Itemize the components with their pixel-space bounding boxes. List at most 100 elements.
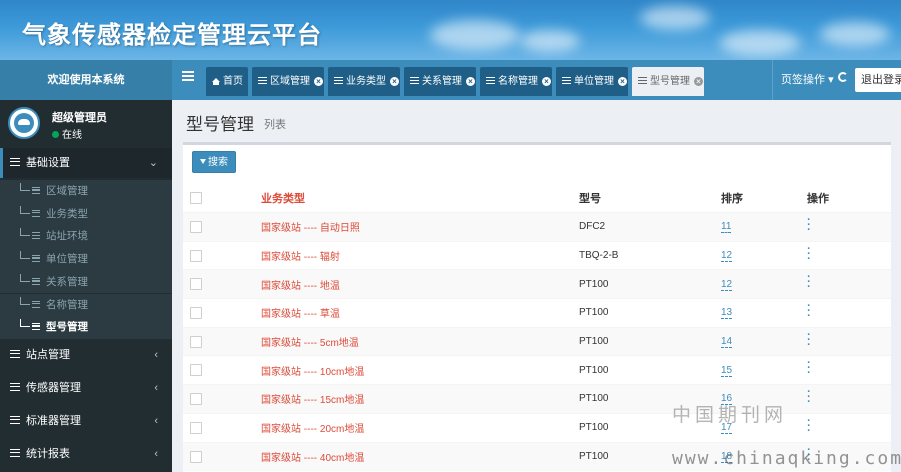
chevron-down-icon: ⌄ (148, 157, 158, 169)
sidebar-item-business-type[interactable]: 业务类型 (0, 202, 172, 226)
sort-value-link[interactable]: 15 (721, 364, 733, 377)
sidebar-item-relation[interactable]: 关系管理 (0, 270, 172, 294)
list-icon (258, 77, 267, 84)
close-icon[interactable]: × (466, 77, 475, 86)
row-checkbox[interactable] (190, 306, 202, 319)
sidebar-item-region[interactable]: 区域管理 (0, 180, 172, 203)
more-actions-icon[interactable]: · · · (807, 300, 811, 321)
app-header: 气象传感器检定管理云平台 (0, 0, 901, 60)
sidebar: 超级管理员 在线 基础设置 ⌄ 区域管理 业务类型 站址环境 单位管理 关系管理 … (0, 100, 172, 472)
welcome-text: 欢迎使用本系统 (0, 60, 172, 100)
list-icon (562, 77, 571, 84)
avatar (8, 107, 40, 139)
table-row: 国家级站 ---- 10cm地温 PT100 15 · · · (183, 355, 891, 385)
row-checkbox[interactable] (190, 220, 202, 233)
close-icon[interactable]: × (542, 77, 551, 86)
table-row: 国家级站 ---- 草温 PT100 13 · · · (183, 298, 891, 328)
sidebar-group-standard[interactable]: 标准器管理 ‹ (0, 406, 172, 436)
sidebar-item-unit[interactable]: 单位管理 (0, 248, 172, 271)
user-status: 在线 (52, 126, 82, 141)
tab-relation[interactable]: 关系管理 × (404, 67, 476, 96)
user-panel: 超级管理员 在线 (0, 100, 172, 146)
watermark-url: www.chinaqking.com (672, 448, 901, 469)
main-content: 型号管理 列表 搜索 业务类型 型号 排序 操作 国家级站 ---- 自动日照 D… (172, 100, 901, 472)
sidebar-group-site[interactable]: 站点管理 ‹ (0, 340, 172, 370)
more-actions-icon[interactable]: · · · (807, 386, 811, 407)
sort-value-link[interactable]: 13 (721, 307, 733, 320)
table-row: 国家级站 ---- 地温 PT100 12 · · · (183, 269, 891, 299)
app-title: 气象传感器检定管理云平台 (22, 21, 322, 49)
list-icon (32, 209, 40, 217)
list-icon (32, 300, 40, 308)
list-icon (32, 323, 40, 331)
sidebar-item-model[interactable]: 型号管理 (0, 316, 172, 339)
tab-home[interactable]: 首页 (206, 67, 248, 96)
tab-ops-dropdown[interactable]: 页签操作 ▾ (772, 60, 834, 100)
tab-business-type[interactable]: 业务类型 × (328, 67, 400, 96)
sidebar-group-basic-settings[interactable]: 基础设置 ⌄ (0, 148, 172, 178)
page-title: 型号管理 (186, 115, 254, 134)
logout-button[interactable]: 退出登录 (855, 68, 901, 92)
sort-value-link[interactable]: 12 (721, 250, 733, 263)
page-subtitle: 列表 (264, 119, 286, 131)
cell-model: PT100 (579, 326, 721, 356)
close-icon[interactable]: × (694, 77, 703, 86)
cell-model: PT100 (579, 355, 721, 385)
list-icon (32, 255, 40, 263)
cell-model: DFC2 (579, 212, 721, 242)
filter-icon (200, 159, 206, 164)
list-icon (32, 187, 40, 194)
online-dot-icon (52, 131, 59, 138)
model-table: 业务类型 型号 排序 操作 国家级站 ---- 自动日照 DFC2 11 · · · 国家级… (183, 184, 891, 471)
more-actions-icon[interactable]: · · · (807, 214, 811, 235)
chevron-left-icon: ‹ (154, 448, 158, 460)
row-checkbox[interactable] (190, 364, 202, 377)
more-actions-icon[interactable]: · · · (807, 358, 811, 379)
table-row: 国家级站 ---- 5cm地温 PT100 14 · · · (183, 326, 891, 356)
more-actions-icon[interactable]: · · · (807, 243, 811, 264)
cell-business-type: 国家级站 ---- 10cm地温 (261, 355, 579, 385)
list-icon (410, 77, 419, 84)
list-icon (10, 449, 20, 457)
list-icon (10, 350, 20, 358)
list-icon (10, 416, 20, 424)
refresh-icon[interactable] (838, 72, 848, 82)
tab-region[interactable]: 区域管理 × (252, 67, 324, 96)
sort-value-link[interactable]: 11 (721, 221, 732, 234)
row-checkbox[interactable] (190, 450, 202, 463)
row-checkbox[interactable] (190, 421, 202, 434)
list-icon (334, 77, 343, 84)
close-icon[interactable]: × (314, 77, 323, 86)
chevron-left-icon: ‹ (154, 415, 158, 427)
row-checkbox[interactable] (190, 335, 202, 348)
sidebar-item-site-env[interactable]: 站址环境 (0, 225, 172, 249)
row-checkbox[interactable] (190, 392, 202, 405)
menu-toggle-icon[interactable] (182, 71, 194, 81)
tab-unit[interactable]: 单位管理 × (556, 67, 628, 96)
row-checkbox[interactable] (190, 249, 202, 262)
cell-model: PT100 (579, 298, 721, 328)
tab-model[interactable]: 型号管理 × (632, 67, 704, 96)
sidebar-group-sensor[interactable]: 传感器管理 ‹ (0, 373, 172, 403)
sidebar-group-report[interactable]: 统计报表 ‹ (0, 439, 172, 469)
more-actions-icon[interactable]: · · · (807, 272, 811, 293)
sort-value-link[interactable]: 12 (721, 278, 733, 291)
close-icon[interactable]: × (390, 77, 399, 86)
more-actions-icon[interactable]: · · · (807, 415, 811, 436)
cell-business-type: 国家级站 ---- 15cm地温 (261, 384, 579, 414)
sort-value-link[interactable]: 14 (721, 336, 733, 349)
close-icon[interactable]: × (618, 77, 627, 86)
table-row: 国家级站 ---- 辐射 TBQ-2-B 12 · · · (183, 240, 891, 270)
list-icon (486, 77, 495, 84)
more-actions-icon[interactable]: · · · (807, 329, 811, 350)
tab-name[interactable]: 名称管理 × (480, 67, 552, 96)
list-icon (10, 383, 20, 391)
col-actions: 操作 (807, 184, 891, 213)
chevron-left-icon: ‹ (154, 349, 158, 361)
sidebar-item-name[interactable]: 名称管理 (0, 293, 172, 317)
row-checkbox[interactable] (190, 278, 202, 291)
list-icon (10, 158, 20, 166)
cell-business-type: 国家级站 ---- 地温 (261, 269, 579, 299)
select-all-checkbox[interactable] (190, 192, 202, 205)
search-button[interactable]: 搜索 (192, 151, 236, 173)
